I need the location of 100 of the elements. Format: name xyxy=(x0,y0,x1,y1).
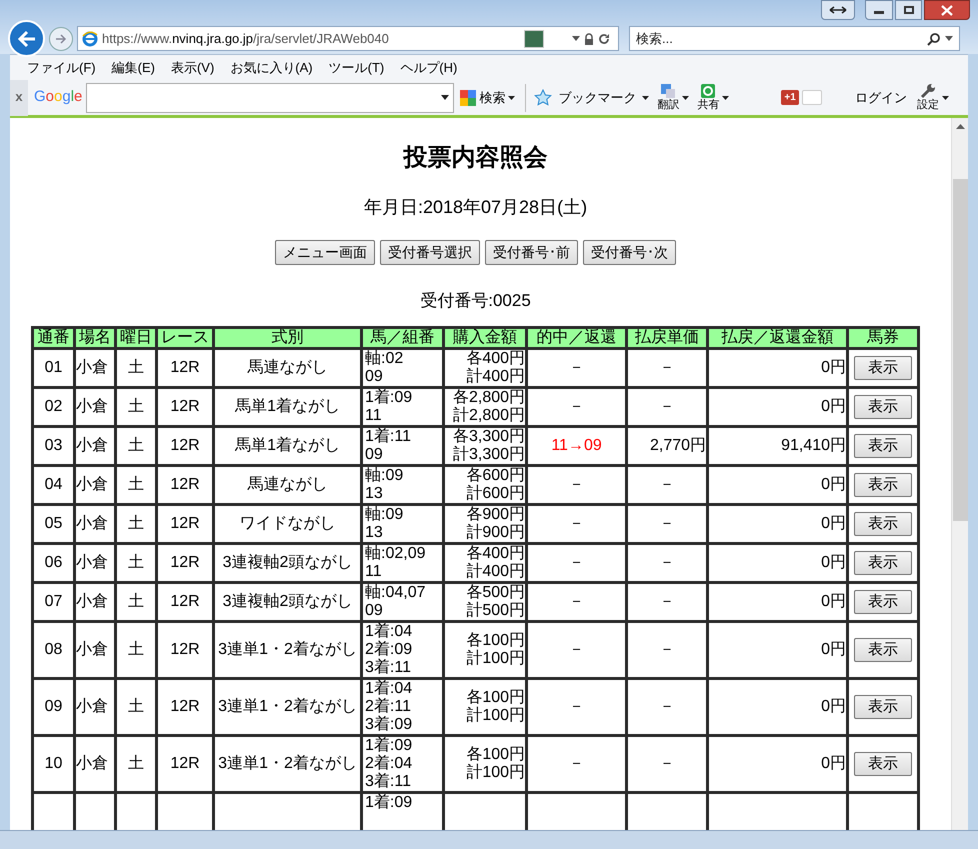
table-cell: 小倉 xyxy=(74,387,116,426)
show-button[interactable]: 表示 xyxy=(854,638,912,662)
scrollbar[interactable] xyxy=(951,118,968,830)
translate-button[interactable]: 翻訳 xyxy=(657,99,680,112)
table-cell: － xyxy=(626,582,708,621)
table-cell: 土 xyxy=(116,621,157,678)
caret-icon[interactable] xyxy=(572,36,580,41)
lock-icon xyxy=(584,32,594,44)
caret-icon[interactable] xyxy=(682,96,690,100)
table-cell: 土 xyxy=(116,465,157,504)
refresh-icon[interactable] xyxy=(598,32,610,44)
nav-button[interactable]: 受付番号･前 xyxy=(485,240,578,265)
maximize-button[interactable] xyxy=(895,0,922,20)
search-button[interactable]: 検索 xyxy=(479,88,506,108)
table-cell: 12R xyxy=(156,678,214,735)
picture-icon[interactable] xyxy=(524,30,544,48)
arrow-icon xyxy=(55,34,67,44)
share-button[interactable]: 共有 xyxy=(697,99,720,112)
column-header: レース xyxy=(156,327,214,348)
nav-button[interactable]: 受付番号･次 xyxy=(583,240,676,265)
google-icon xyxy=(460,90,476,106)
caret-icon[interactable] xyxy=(942,96,949,100)
nav-button[interactable]: 受付番号選択 xyxy=(380,240,480,265)
show-button[interactable]: 表示 xyxy=(854,694,912,718)
show-button[interactable]: 表示 xyxy=(854,356,912,380)
table-cell: 3連単1・2着ながし xyxy=(214,735,362,792)
forward-button[interactable] xyxy=(49,26,73,50)
table-cell: 07 xyxy=(32,582,75,621)
table-cell: 各400円 計400円 xyxy=(444,543,527,582)
login-link[interactable]: ログイン xyxy=(854,88,907,108)
restore-icon[interactable] xyxy=(821,0,855,20)
table-cell: － xyxy=(526,387,627,426)
close-button[interactable]: x xyxy=(10,80,28,116)
table-cell: 0円 xyxy=(708,504,848,543)
table-cell: 土 xyxy=(116,426,157,465)
table-cell: 0円 xyxy=(708,678,848,735)
table-cell: 0円 xyxy=(708,543,848,582)
browser-icon xyxy=(82,30,98,46)
column-header: 式別 xyxy=(214,327,362,348)
menu-item[interactable]: 編集(E) xyxy=(112,58,155,78)
menu-item[interactable]: 表示(V) xyxy=(170,58,214,78)
table-cell: ワイドながし xyxy=(214,504,362,543)
show-button[interactable]: 表示 xyxy=(854,590,912,614)
arrow-icon xyxy=(16,30,36,48)
show-button[interactable]: 表示 xyxy=(854,434,912,458)
table-cell: 馬単1着ながし xyxy=(214,387,362,426)
show-button[interactable]: 表示 xyxy=(854,472,912,496)
search-field[interactable]: 検索... xyxy=(629,26,960,51)
caret-icon[interactable] xyxy=(642,96,650,100)
table-cell: 12R xyxy=(156,465,214,504)
table-cell: 土 xyxy=(116,735,157,792)
column-header: 曜日 xyxy=(116,327,157,348)
caret-icon[interactable] xyxy=(945,36,953,41)
search-icon[interactable] xyxy=(927,32,941,46)
table-cell: 12R xyxy=(156,504,214,543)
table-cell: 12R xyxy=(156,387,214,426)
column-header: 通番 xyxy=(32,327,75,348)
bookmark-button[interactable]: ブックマーク xyxy=(558,88,636,108)
caret-icon[interactable] xyxy=(722,96,730,100)
menu-item[interactable]: お気に入り(A) xyxy=(230,58,313,78)
up-arrow-icon[interactable] xyxy=(956,124,965,129)
minimize-button[interactable] xyxy=(865,0,893,20)
show-button[interactable]: 表示 xyxy=(854,394,912,418)
table-cell: 3連単1・2着ながし xyxy=(214,621,362,678)
table-cell: 各100円 計100円 xyxy=(444,735,527,792)
table-cell: 小倉 xyxy=(74,426,116,465)
settings-button[interactable]: 設定 xyxy=(916,99,939,112)
table-cell: － xyxy=(626,678,708,735)
table-cell: － xyxy=(526,582,627,621)
show-button[interactable]: 表示 xyxy=(854,752,912,776)
menu-item[interactable]: ヘルプ(H) xyxy=(400,58,458,78)
table-cell: － xyxy=(626,735,708,792)
back-button[interactable] xyxy=(8,20,45,57)
caret-icon[interactable] xyxy=(508,96,516,100)
table-cell: 各2,800円 計2,800円 xyxy=(444,387,527,426)
table-cell: 小倉 xyxy=(74,582,116,621)
table-cell: 1着:04 2着:09 3着:11 xyxy=(362,621,444,678)
search-placeholder: 検索... xyxy=(636,30,674,48)
table-cell: 1着:09 11 xyxy=(362,387,444,426)
close-button[interactable] xyxy=(924,0,970,20)
caret-icon[interactable] xyxy=(441,95,450,100)
scrollbar-thumb[interactable] xyxy=(952,179,968,521)
google-logo: Google xyxy=(34,87,82,108)
show-button[interactable]: 表示 xyxy=(854,550,912,574)
table-cell: 土 xyxy=(116,504,157,543)
table-cell: 各900円 計900円 xyxy=(444,504,527,543)
show-button[interactable]: 表示 xyxy=(854,512,912,536)
table-cell: － xyxy=(626,348,708,387)
table-cell: 01 xyxy=(32,348,75,387)
table-cell: 04 xyxy=(32,465,75,504)
address-field[interactable]: https://www.nvinq.jra.go.jp/jra/servlet/JRAWeb040 xyxy=(77,26,619,51)
menu-item[interactable]: ツール(T) xyxy=(328,58,384,78)
nav-button[interactable]: メニュー画面 xyxy=(275,240,376,265)
google-plus-badge[interactable]: +1 xyxy=(781,90,799,105)
table-cell: 軸:09 13 xyxy=(362,504,444,543)
menu-item[interactable]: ファイル(F) xyxy=(27,58,96,78)
table-cell: 09 xyxy=(32,678,75,735)
table-cell: 3連単1・2着ながし xyxy=(214,678,362,735)
table-cell: 各100円 計100円 xyxy=(444,678,527,735)
toolbar-search-field[interactable] xyxy=(86,82,454,112)
